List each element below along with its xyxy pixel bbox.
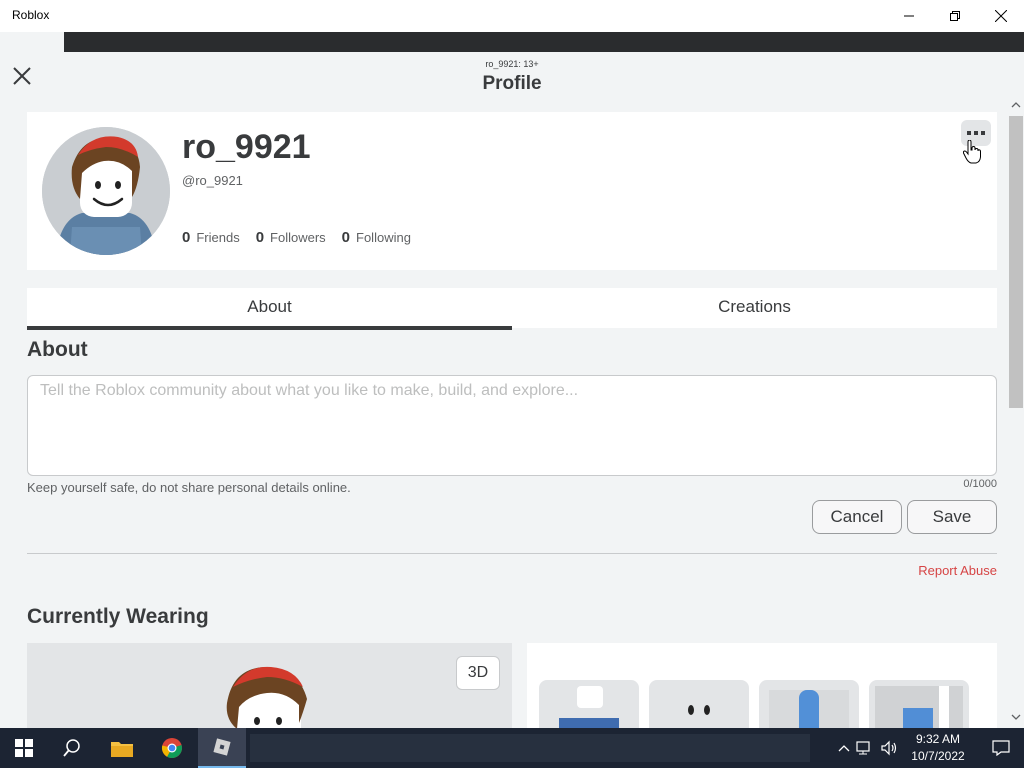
stat-label: Followers <box>270 230 326 245</box>
windows-logo-icon <box>15 739 33 757</box>
about-textarea[interactable] <box>40 382 980 468</box>
avatar-preview-image <box>226 666 307 728</box>
avatar-image <box>42 127 170 255</box>
profile-tabs: About Creations <box>27 288 997 330</box>
taskbar-blurred-region <box>250 734 810 762</box>
notification-center-button[interactable] <box>978 728 1024 768</box>
taskbar-search-button[interactable] <box>48 728 96 768</box>
window-title: Roblox <box>12 8 50 22</box>
stat-count: 0 <box>255 229 265 246</box>
close-icon <box>995 10 1007 22</box>
safety-note: Keep yourself safe, do not share persona… <box>27 480 351 495</box>
divider <box>27 553 997 554</box>
stat-label: Following <box>356 230 411 245</box>
volume-icon[interactable] <box>880 740 898 756</box>
taskbar-chrome[interactable] <box>148 728 196 768</box>
modal-subtitle: ro_9921: 13+ <box>485 59 539 69</box>
more-horizontal-icon <box>967 131 985 135</box>
tab-about[interactable]: About <box>27 288 512 330</box>
pants-icon <box>875 686 963 728</box>
scrollbar-thumb[interactable] <box>1009 116 1023 408</box>
chrome-icon <box>161 738 182 759</box>
folder-icon <box>111 742 133 757</box>
pants-icon <box>769 690 849 728</box>
stat-count: 0 <box>182 229 191 246</box>
cancel-button[interactable]: Cancel <box>812 500 902 534</box>
network-icon[interactable] <box>856 740 874 756</box>
display-name: ro_9921 <box>182 128 311 166</box>
face-icon <box>688 705 710 715</box>
stat-friends[interactable]: 0 Friends <box>182 229 240 246</box>
profile-stats: 0 Friends 0 Followers 0 Following <box>182 229 411 246</box>
about-box <box>27 375 997 476</box>
scrollbar[interactable] <box>1008 98 1024 728</box>
backdrop-strip <box>64 32 1024 52</box>
avatar-3d-viewer[interactable]: 3D <box>27 643 512 728</box>
currently-wearing-heading: Currently Wearing <box>27 605 209 628</box>
char-count: 0/1000 <box>963 478 997 490</box>
wearing-items-grid <box>527 643 997 728</box>
window-titlebar: Roblox <box>0 0 1024 32</box>
profile-header-card: ro_9921 @ro_9921 0 Friends 0 Followers 0… <box>27 112 997 270</box>
profile-modal: ro_9921: 13+ Profile ro_9921 @ro_9921 0 … <box>0 52 1024 728</box>
wearing-item-face[interactable] <box>649 680 749 728</box>
minimize-icon <box>904 15 914 17</box>
about-heading: About <box>27 338 88 361</box>
scroll-up-icon[interactable] <box>1011 100 1021 110</box>
minimize-button[interactable] <box>886 0 932 32</box>
restore-icon <box>950 11 960 21</box>
system-tray <box>838 728 898 768</box>
clock-time: 9:32 AM <box>915 732 961 746</box>
wearing-item-shirt[interactable] <box>539 680 639 728</box>
avatar[interactable] <box>42 127 170 255</box>
wearing-item-pants[interactable] <box>759 680 859 728</box>
stat-label: Friends <box>196 230 240 245</box>
scroll-down-icon[interactable] <box>1011 712 1021 722</box>
stat-count: 0 <box>341 229 351 246</box>
taskbar-file-explorer[interactable] <box>98 728 146 768</box>
taskbar: 9:32 AM 10/7/2022 <box>0 728 1024 768</box>
start-button[interactable] <box>0 728 48 768</box>
taskbar-clock[interactable]: 9:32 AM 10/7/2022 <box>905 731 971 765</box>
clock-date: 10/7/2022 <box>911 749 965 763</box>
toggle-3d-button[interactable]: 3D <box>456 656 500 690</box>
hand-cursor-icon <box>963 140 981 164</box>
restore-button[interactable] <box>932 0 978 32</box>
roblox-icon <box>213 738 231 756</box>
search-icon <box>63 739 80 757</box>
taskbar-roblox[interactable] <box>198 728 246 768</box>
notification-icon <box>992 740 1010 756</box>
username-handle: @ro_9921 <box>182 173 243 188</box>
backdrop-left <box>0 32 64 52</box>
tab-creations[interactable]: Creations <box>512 288 997 328</box>
modal-title: Profile <box>482 73 542 94</box>
chevron-up-icon[interactable] <box>838 743 850 753</box>
stat-followers[interactable]: 0 Followers <box>256 229 326 246</box>
save-button[interactable]: Save <box>907 500 997 534</box>
wearing-item-pants[interactable] <box>869 680 969 728</box>
report-abuse-link[interactable]: Report Abuse <box>880 563 997 578</box>
stat-following[interactable]: 0 Following <box>342 229 411 246</box>
shirt-icon <box>559 686 619 728</box>
window-close-button[interactable] <box>978 0 1024 32</box>
